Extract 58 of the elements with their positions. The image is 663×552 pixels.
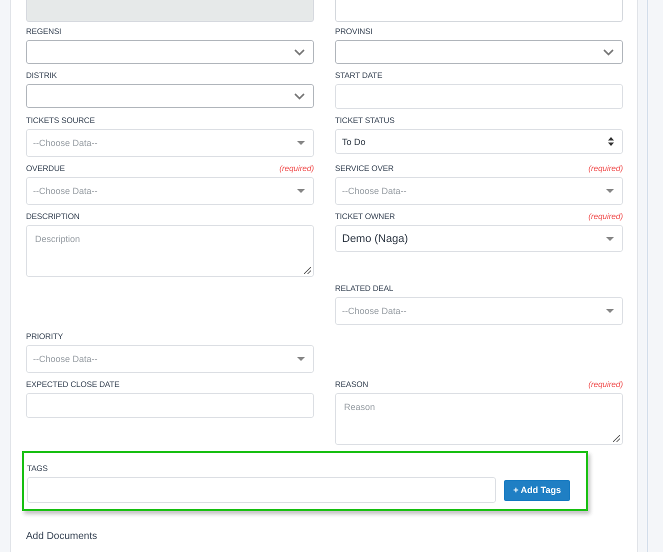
field-label: REGENSI	[26, 27, 62, 36]
input-field[interactable]	[26, 393, 314, 418]
dropdown-field[interactable]: --Choose Data--	[335, 177, 623, 205]
caret-down-icon	[297, 357, 305, 361]
field-label: TICKETS SOURCE	[26, 116, 95, 125]
caret-down-icon	[297, 189, 305, 193]
tags-input[interactable]	[27, 477, 496, 503]
input-field[interactable]	[335, 0, 623, 22]
caret-down-icon	[606, 236, 614, 240]
select-field[interactable]	[26, 40, 314, 64]
field-label: START DATE	[335, 71, 382, 80]
placeholder-text: Description	[35, 234, 80, 244]
placeholder-text: --Choose Data--	[342, 186, 407, 196]
field-label: TAGS	[27, 464, 48, 473]
field-label: SERVICE OVER	[335, 164, 394, 173]
dropdown-field[interactable]: Demo (Naga)	[335, 225, 623, 252]
field-label: PRIORITY	[26, 332, 63, 341]
select-field[interactable]	[26, 84, 314, 108]
required-note: (required)	[588, 212, 623, 221]
dropdown-field[interactable]: --Choose Data--	[26, 129, 314, 157]
field-label: REASON	[335, 380, 368, 389]
field-label: RELATED DEAL	[335, 284, 394, 293]
select-field[interactable]: To Do	[335, 129, 623, 154]
resize-handle-icon[interactable]	[304, 267, 311, 274]
field-label: TICKET OWNER	[335, 212, 395, 221]
chevron-down-icon	[603, 48, 614, 56]
placeholder-text: --Choose Data--	[33, 186, 98, 196]
caret-down-icon	[606, 189, 614, 193]
textarea-field[interactable]: Reason	[335, 393, 623, 445]
field-label: OVERDUE	[26, 164, 65, 173]
add-tags-button[interactable]: + Add Tags	[504, 480, 570, 500]
required-note: (required)	[588, 164, 623, 173]
select-field[interactable]	[335, 40, 623, 64]
selected-value: To Do	[342, 136, 366, 146]
selected-value: Demo (Naga)	[342, 232, 408, 244]
field-label: EXPECTED CLOSE DATE	[26, 380, 120, 389]
dropdown-field[interactable]: --Choose Data--	[26, 345, 314, 373]
caret-down-icon	[606, 309, 614, 313]
dropdown-field[interactable]: --Choose Data--	[335, 297, 623, 325]
resize-handle-icon[interactable]	[613, 435, 620, 442]
up-down-arrows-icon	[608, 137, 614, 146]
chevron-down-icon	[294, 48, 305, 56]
required-note: (required)	[588, 380, 623, 389]
textarea-field[interactable]: Description	[26, 225, 314, 277]
dropdown-field[interactable]: --Choose Data--	[26, 177, 314, 205]
placeholder-text: --Choose Data--	[33, 354, 98, 364]
required-note: (required)	[279, 164, 314, 173]
field-label: DESCRIPTION	[26, 212, 80, 221]
field-label: DISTRIK	[26, 71, 57, 80]
chevron-down-icon	[294, 92, 305, 100]
caret-down-icon	[297, 141, 305, 145]
field-label: TICKET STATUS	[335, 116, 395, 125]
add-documents-link[interactable]: Add Documents	[26, 531, 98, 542]
placeholder-text: Reason	[344, 402, 376, 412]
placeholder-text: --Choose Data--	[342, 306, 407, 316]
field-label: PROVINSI	[335, 27, 372, 36]
input-field[interactable]	[335, 84, 623, 109]
placeholder-text: --Choose Data--	[33, 138, 98, 148]
